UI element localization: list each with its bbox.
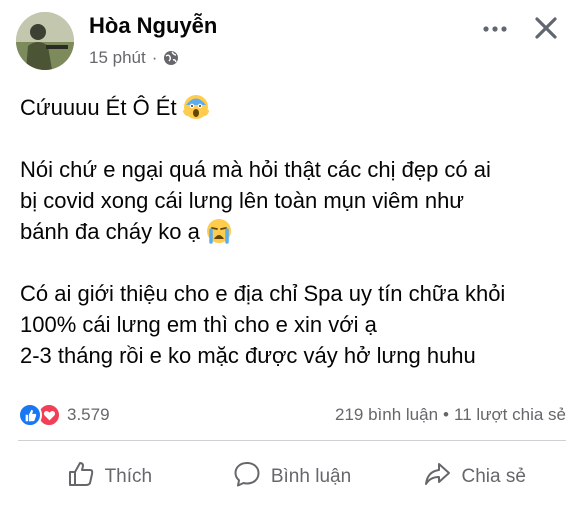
comment-count[interactable]: 219 bình luận bbox=[335, 405, 438, 424]
close-icon[interactable] bbox=[532, 14, 560, 42]
share-button[interactable]: Chia sẻ bbox=[383, 452, 566, 502]
engagement-counts: 219 bình luận • 11 lượt chia sẻ bbox=[335, 405, 566, 425]
author-name[interactable]: Hòa Nguyễn bbox=[89, 13, 217, 39]
post-stats: 3.579 219 bình luận • 11 lượt chia sẻ bbox=[18, 401, 566, 429]
meta-separator: · bbox=[151, 48, 158, 67]
post-line: Cứuuuu Ét Ô Ét bbox=[20, 92, 568, 123]
like-button[interactable]: Thích bbox=[18, 452, 201, 502]
post-actions: Thích Bình luận Chia sẻ bbox=[18, 452, 566, 502]
post-line: Nói chứ e ngại quá mà hỏi thật các chị đ… bbox=[20, 157, 491, 182]
reactions-summary[interactable]: 3.579 bbox=[18, 403, 110, 427]
post-line: bị covid xong cái lưng lên toàn mụn viêm… bbox=[20, 188, 465, 213]
post-header: Hòa Nguyễn 15 phút · bbox=[16, 12, 566, 72]
thumbs-up-icon bbox=[67, 460, 95, 494]
post-content: Cứuuuu Ét Ô Ét Nói chứ e ngại quá mà hỏi… bbox=[20, 92, 568, 371]
crying-face-icon bbox=[206, 218, 232, 244]
screaming-face-icon bbox=[182, 94, 210, 120]
more-options-icon[interactable] bbox=[482, 16, 508, 42]
like-reaction-icon bbox=[18, 403, 42, 427]
post-line: 100% cái lưng em thì cho e xin với ạ bbox=[20, 312, 377, 337]
share-label: Chia sẻ bbox=[461, 466, 526, 487]
post-line: bánh đa cháy ko ạ bbox=[20, 216, 568, 247]
reaction-count[interactable]: 3.579 bbox=[67, 405, 110, 425]
post-line: Có ai giới thiệu cho e địa chỉ Spa uy tí… bbox=[20, 281, 506, 306]
post-line: 2-3 tháng rồi e ko mặc được váy hở lưng … bbox=[20, 343, 476, 368]
post-time[interactable]: 15 phút bbox=[89, 48, 146, 68]
share-arrow-icon bbox=[423, 460, 451, 494]
comment-label: Bình luận bbox=[270, 466, 352, 487]
like-label: Thích bbox=[104, 466, 153, 487]
globe-icon bbox=[163, 50, 179, 66]
post-meta: 15 phút · bbox=[89, 48, 179, 68]
comment-bubble-icon bbox=[233, 460, 261, 494]
stats-separator: • bbox=[443, 405, 449, 424]
avatar[interactable] bbox=[16, 12, 74, 70]
comment-button[interactable]: Bình luận bbox=[201, 452, 384, 502]
share-count[interactable]: 11 lượt chia sẻ bbox=[454, 405, 566, 424]
divider bbox=[18, 440, 566, 441]
